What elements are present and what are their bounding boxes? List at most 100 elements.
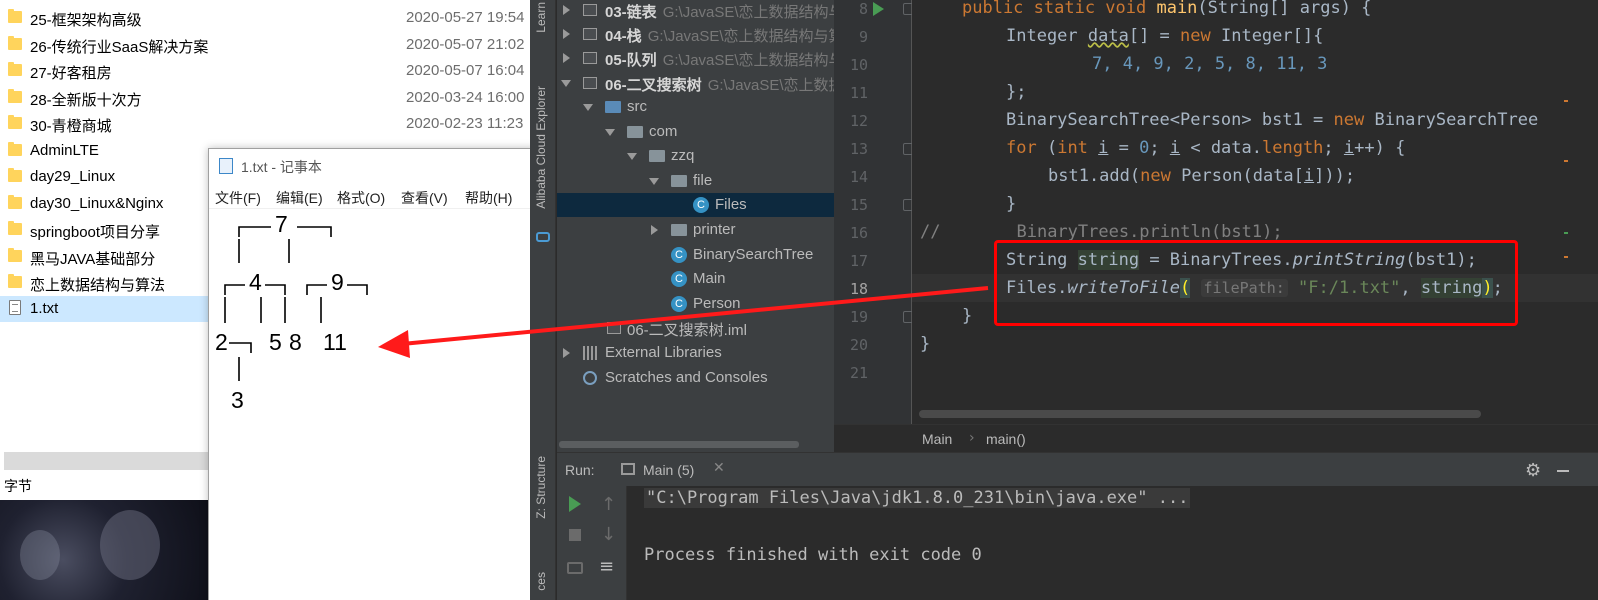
rerun-icon[interactable] (569, 496, 581, 512)
file-name: springboot项目分享 (30, 224, 161, 241)
console-line: "C:\Program Files\Java\jdk1.8.0_231\bin\… (644, 488, 1191, 508)
tree-label: Scratches and Consoles (605, 369, 768, 386)
tree-item-com[interactable]: com (557, 120, 834, 144)
code-line: } (920, 334, 931, 354)
tree-item-scratches[interactable]: Scratches and Consoles (557, 366, 834, 390)
tree-item-binarysearchtree[interactable]: C BinarySearchTree (557, 243, 834, 267)
arrow-down-icon[interactable]: ↓ (601, 524, 616, 545)
tree-item-04[interactable]: 04-栈 G:\JavaSE\恋上数据结构与算 (557, 22, 834, 46)
line-number: 8 (858, 0, 868, 18)
module-icon (583, 77, 597, 89)
file-row[interactable]: 25-框架架构高级 2020-05-27 19:54 (0, 5, 540, 31)
tree-item-person[interactable]: C Person (557, 292, 834, 316)
tree-node: 4 (249, 269, 262, 295)
expand-arrow-icon[interactable] (563, 53, 570, 63)
cloud-icon[interactable] (536, 232, 550, 242)
file-date: 2020-03-24 16:00 (406, 89, 525, 106)
class-icon: C (671, 296, 687, 312)
stop-icon[interactable] (569, 529, 581, 541)
collapse-arrow-icon[interactable] (649, 178, 659, 185)
tree-item-files[interactable]: C Files (557, 193, 834, 217)
error-stripe-marker[interactable] (1564, 232, 1568, 234)
tree-label: Main (693, 270, 726, 287)
menu-help[interactable]: 帮助(H) (465, 188, 512, 208)
breadcrumb-method[interactable]: main() (986, 431, 1026, 447)
soft-wrap-icon[interactable]: ≡ (599, 556, 614, 577)
file-name: 28-全新版十次方 (30, 92, 142, 109)
line-number: 14 (849, 168, 868, 186)
run-panel-header: Run: Main (5) ✕ ⚙ (557, 452, 1598, 486)
tree-item-06[interactable]: 06-二叉搜索树 G:\JavaSE\恋上数据 (557, 71, 834, 95)
tree-label: External Libraries (605, 344, 722, 361)
menu-view[interactable]: 查看(V) (401, 188, 448, 208)
tree-item-file[interactable]: file (557, 169, 834, 193)
tree-item-05[interactable]: 05-队列 G:\JavaSE\恋上数据结构与 (557, 46, 834, 70)
tree-item-03[interactable]: 03-链表 G:\JavaSE\恋上数据结构与 (557, 0, 834, 22)
run-tab-main[interactable]: Main (5) ✕ (613, 453, 733, 487)
tab-learn[interactable]: Learn (534, 2, 548, 33)
collapse-arrow-icon[interactable] (583, 104, 593, 111)
notepad-titlebar[interactable]: 1.txt - 记事本 (209, 149, 536, 183)
tree-label: src (627, 98, 647, 115)
gear-icon[interactable]: ⚙ (1525, 460, 1541, 481)
project-tree: 03-链表 G:\JavaSE\恋上数据结构与 04-栈 G:\JavaSE\恋上数… (557, 0, 834, 452)
menu-format[interactable]: 格式(O) (337, 188, 385, 208)
tree-item-printer[interactable]: printer (557, 218, 834, 242)
tree-item-iml[interactable]: 06-二叉搜索树.iml (557, 316, 834, 340)
minimize-icon[interactable] (1557, 470, 1569, 472)
error-stripe-marker[interactable] (1564, 100, 1568, 102)
breadcrumb-class[interactable]: Main (922, 431, 952, 447)
explorer-horizontal-scrollbar[interactable] (4, 452, 208, 470)
tree-node: 7 (275, 211, 288, 237)
close-icon[interactable]: ✕ (713, 460, 725, 476)
tab-services[interactable]: ces (534, 572, 548, 591)
file-name: day30_Linux&Nginx (30, 195, 164, 212)
file-row[interactable]: 28-全新版十次方 2020-03-24 16:00 (0, 85, 540, 111)
file-row[interactable]: 30-青橙商城 2020-02-23 11:23 (0, 111, 540, 137)
project-horizontal-scrollbar[interactable] (557, 438, 834, 452)
tree-label: 03-链表 (605, 4, 657, 21)
file-row[interactable]: 27-好客租房 2020-05-07 16:04 (0, 58, 540, 84)
collapse-arrow-icon[interactable] (605, 129, 615, 136)
tree-item-external-libraries[interactable]: External Libraries (557, 341, 834, 365)
line-number: 9 (858, 28, 868, 46)
arrow-up-icon[interactable]: ↑ (601, 494, 616, 515)
tree-path: G:\JavaSE\恋上数据结构与 (662, 4, 834, 21)
tree-item-main[interactable]: C Main (557, 267, 834, 291)
file-name: 27-好客租房 (30, 65, 112, 82)
expand-arrow-icon[interactable] (651, 225, 658, 235)
error-stripe-marker[interactable] (1564, 256, 1568, 258)
code-line: BinarySearchTree<Person> bst1 = new Bina… (1006, 110, 1539, 130)
file-row[interactable]: 26-传统行业SaaS解决方案 2020-05-07 21:02 (0, 32, 540, 58)
expand-arrow-icon[interactable] (563, 348, 570, 358)
code-line: } (962, 306, 973, 326)
camera-icon[interactable] (567, 562, 583, 574)
expand-arrow-icon[interactable] (563, 5, 570, 15)
line-number: 20 (849, 336, 868, 354)
tab-alibaba-cloud-explorer[interactable]: Alibaba Cloud Explorer (534, 86, 548, 209)
file-name: 恋上数据结构与算法 (30, 277, 166, 294)
folder-icon (8, 36, 22, 50)
notepad-text-area[interactable]: 7 4 9 2 5 8 11 3 (215, 213, 535, 423)
collapse-arrow-icon[interactable] (627, 153, 637, 160)
tree-item-src[interactable]: src (557, 95, 834, 119)
package-icon (627, 126, 643, 138)
menu-edit[interactable]: 编辑(E) (276, 188, 323, 208)
library-icon (583, 346, 599, 360)
tree-item-zzq[interactable]: zzq (557, 144, 834, 168)
code-editor[interactable]: public static void main(String[] args) {… (912, 0, 1598, 424)
collapse-arrow-icon[interactable] (561, 80, 571, 87)
editor-horizontal-scrollbar[interactable] (919, 410, 1481, 418)
error-stripe-marker[interactable] (1564, 160, 1568, 162)
tree-path: G:\JavaSE\恋上数据 (707, 77, 834, 94)
folder-icon (8, 9, 22, 23)
line-number: 17 (849, 252, 868, 270)
tree-label: BinarySearchTree (693, 246, 814, 263)
tree-node: 5 (269, 329, 282, 355)
console-output[interactable]: "C:\Program Files\Java\jdk1.8.0_231\bin\… (628, 486, 1598, 600)
run-gutter-icon[interactable] (873, 2, 884, 16)
menu-file[interactable]: 文件(F) (215, 188, 261, 208)
tab-structure[interactable]: Z: Structure (534, 456, 548, 519)
file-name: 1.txt (30, 300, 59, 317)
expand-arrow-icon[interactable] (563, 29, 570, 39)
